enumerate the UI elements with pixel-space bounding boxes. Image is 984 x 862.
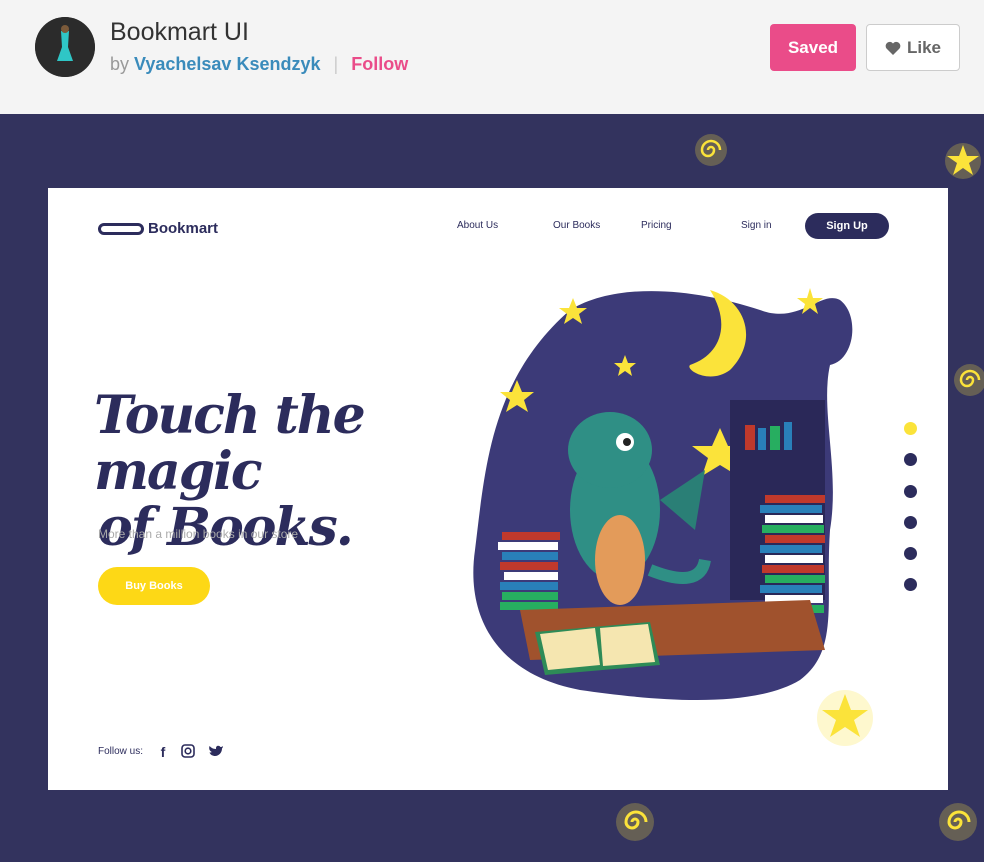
nav-pricing[interactable]: Pricing [641, 220, 672, 231]
pager-dot-4[interactable] [904, 516, 917, 529]
hero-subtitle: More than a million books in our store [98, 527, 299, 541]
follow-us-label: Follow us: [98, 746, 144, 757]
nav-sign-in[interactable]: Sign in [741, 220, 772, 231]
dragon-illustration [473, 288, 853, 700]
pager-dot-5[interactable] [904, 547, 917, 560]
hero-line-1: Touch the magic [94, 385, 366, 502]
star-icon [817, 690, 873, 746]
shot-byline: by Vyachelsav Ksendzyk | Follow [110, 54, 408, 75]
like-label: Like [906, 37, 942, 57]
pager-dot-2[interactable] [904, 453, 917, 466]
pager-dot-3[interactable] [904, 485, 917, 498]
swirl-icon [954, 364, 984, 396]
author-link[interactable]: Vyachelsav Ksendzyk [134, 54, 320, 74]
twitter-icon[interactable] [208, 744, 224, 760]
facebook-icon[interactable]: f [155, 744, 171, 760]
saved-button[interactable]: Saved [770, 24, 856, 71]
byline-separator: | [333, 54, 339, 74]
author-avatar[interactable] [35, 17, 95, 77]
nav-our-books[interactable]: Our Books [553, 220, 600, 231]
logo-text: Bookmart [148, 220, 219, 237]
swirl-icon [695, 134, 727, 166]
shot-title: Bookmart UI [110, 18, 249, 46]
instagram-icon[interactable] [180, 744, 196, 760]
shot-header: Bookmart UI by Vyachelsav Ksendzyk | Fol… [0, 0, 984, 114]
sign-up-button[interactable]: Sign Up [805, 213, 889, 239]
follow-link[interactable]: Follow [351, 54, 408, 74]
swirl-icon [939, 803, 977, 841]
nav-about-us[interactable]: About Us [457, 220, 498, 231]
heart-icon [885, 41, 901, 55]
pager-dot-6[interactable] [904, 578, 917, 591]
swirl-icon [616, 803, 654, 841]
pager-dot-1[interactable] [904, 422, 917, 435]
star-icon [945, 143, 981, 179]
site-logo[interactable]: Bookmart [98, 220, 218, 237]
buy-books-button[interactable]: Buy Books [98, 567, 210, 605]
like-button[interactable]: Like [866, 24, 960, 71]
byline-prefix: by [110, 54, 130, 74]
logo-mark-icon [98, 222, 144, 235]
